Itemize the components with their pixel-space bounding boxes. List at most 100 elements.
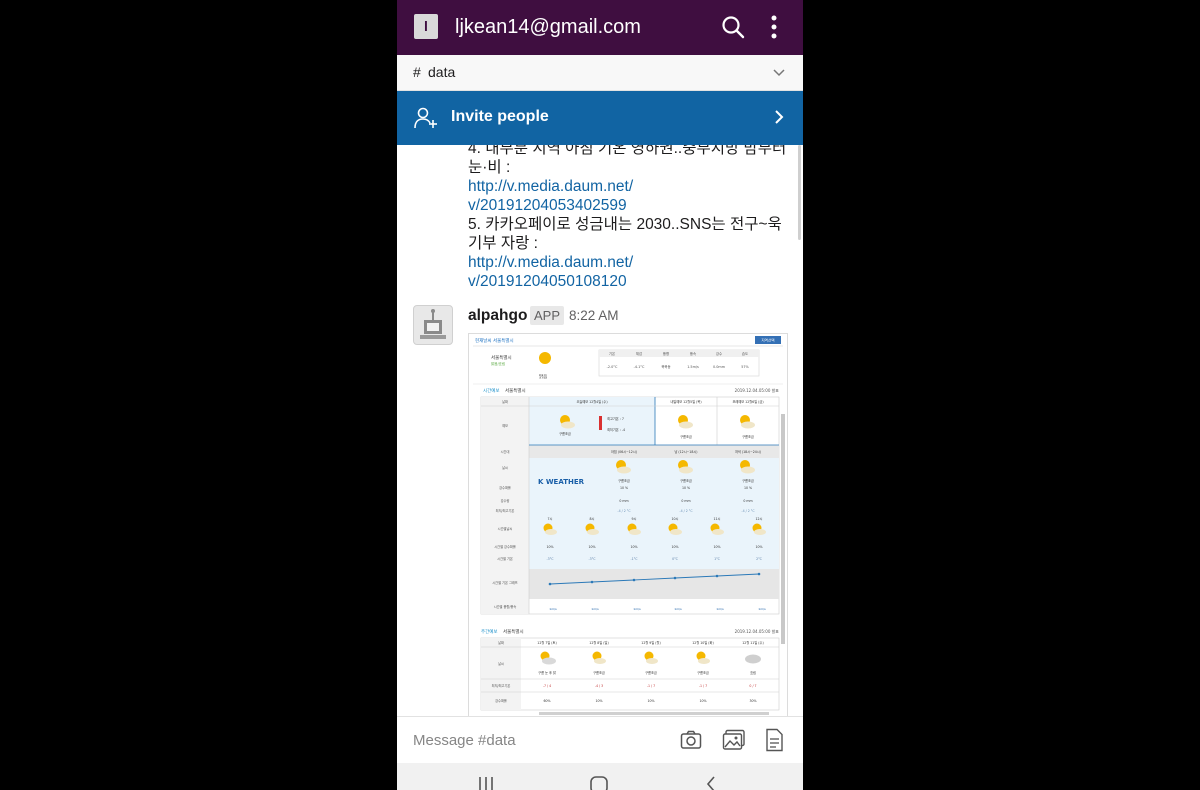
add-person-icon xyxy=(414,107,437,129)
message-input[interactable]: Message #data xyxy=(413,732,516,749)
row-label: 시간별날씨 xyxy=(498,526,513,531)
weather-forecast-image: 현재날씨 서울특별시 지역선택 서울특별시 맑음/흐림 맑음 기온 체감 풍향 … xyxy=(469,334,787,716)
cloud-icon xyxy=(745,654,761,664)
weather-image-attachment[interactable]: 현재날씨 서울특별시 지역선택 서울특별시 맑음/흐림 맑음 기온 체감 풍향 … xyxy=(468,333,788,716)
tomorrow-condition: 구름조금 xyxy=(680,434,692,439)
weekly-title: 주간예보 xyxy=(481,628,498,635)
account-title[interactable]: ljkean14@gmail.com xyxy=(455,14,641,40)
hourly-temp-point xyxy=(548,582,552,586)
weekly-day: 12월 10일 (화) xyxy=(692,640,713,645)
channel-name: data xyxy=(428,64,456,80)
stat-value: 1.5m/s xyxy=(687,365,699,369)
message-timestamp: 8:22 AM xyxy=(569,308,619,323)
weekly-pop: 30% xyxy=(749,699,756,703)
workspace-icon[interactable]: l xyxy=(414,14,438,39)
message-list[interactable]: 4. 내부분 지역 아침 기온 영하권..중부지방 밤부터 눈·비 : http… xyxy=(397,145,803,716)
search-icon[interactable] xyxy=(721,15,745,39)
row-label: 시간별 기온 xyxy=(497,556,513,561)
sender-name[interactable]: alpahgo xyxy=(468,307,527,325)
day-header: 모레예보 12월6일 (금) xyxy=(732,399,763,404)
sun-icon xyxy=(539,352,551,364)
row-label: 강수량 xyxy=(501,498,510,503)
hour-temp: 1°C xyxy=(714,557,721,561)
stat-value: -2.0°C xyxy=(607,365,618,369)
weekly-condition: 구름 눈 후 맑 xyxy=(538,670,556,675)
hour-wind: 1m/s xyxy=(591,607,599,611)
weekly-label: 최저/최고기온 xyxy=(492,683,511,688)
weekly-label: 날씨 xyxy=(498,661,504,666)
message-text-line: 기부 자랑 : xyxy=(468,235,538,252)
row-label: 강수확률 xyxy=(499,485,511,490)
stat-header: 습도 xyxy=(742,351,748,356)
invite-people-banner[interactable]: Invite people xyxy=(397,91,803,145)
scrollbar-thumb[interactable] xyxy=(798,145,801,240)
message-link[interactable]: v/20191204053402599 xyxy=(468,196,627,215)
row-label: 시간대 xyxy=(501,449,510,454)
weekly-pop: 60% xyxy=(543,699,550,703)
message-composer[interactable]: Message #data xyxy=(397,716,803,764)
row-label: 최저/최고기온 xyxy=(496,508,515,513)
hour-wind: 1m/s xyxy=(716,607,724,611)
weather-city: 서울특별시 xyxy=(491,354,512,361)
weekly-label: 날짜 xyxy=(498,640,504,645)
weekly-city: 서울특별시 xyxy=(503,628,524,635)
hour-temp: 2°C xyxy=(756,557,763,561)
row-label: 시간별 기온 그래프 xyxy=(492,580,518,585)
row-label: 날짜 xyxy=(502,399,508,404)
avatar[interactable] xyxy=(413,305,453,345)
image-gallery-icon[interactable] xyxy=(722,729,746,751)
back-icon[interactable] xyxy=(705,775,717,790)
stat-value: 북북동 xyxy=(661,364,670,369)
weekly-condition: 구름조금 xyxy=(645,670,657,675)
period-rain: 0 mm xyxy=(681,499,690,503)
forecast-title: 시간예보 xyxy=(483,387,500,394)
today-min-temp: 최저기온 : -4 xyxy=(607,427,625,432)
hour-wind: 1m/s xyxy=(549,607,557,611)
period-pop: 10 % xyxy=(620,486,628,490)
chevron-down-icon[interactable] xyxy=(773,67,785,77)
message-text-line: 5. 카카오페이로 성금내는 2030..SNS는 전구~욱 xyxy=(468,216,782,233)
camera-icon[interactable] xyxy=(680,729,702,751)
period-condition: 구름조금 xyxy=(618,478,630,483)
more-vertical-icon[interactable] xyxy=(769,14,779,40)
system-nav-bar xyxy=(397,763,803,790)
forecast-issued: 2019.12.04.05:00 발표 xyxy=(735,387,780,393)
message-link[interactable]: v/20191204050108120 xyxy=(468,272,627,291)
message-link[interactable]: http://v.media.daum.net/ xyxy=(468,253,633,272)
today-condition: 구름조금 xyxy=(559,431,571,436)
period-rain: 0 mm xyxy=(743,499,752,503)
stat-header: 풍향 xyxy=(663,351,669,356)
today-max-temp: 최고기온 : 7 xyxy=(607,416,624,421)
current-stats-table: 기온 체감 풍향 풍속 강수 습도 -2.0°C -4.1°C 북북동 1.5m… xyxy=(598,349,760,377)
hour-temp: -3°C xyxy=(547,557,555,561)
file-icon[interactable] xyxy=(764,728,784,752)
period-temp: -4 / 2 °C xyxy=(617,509,631,513)
period-pop: 10 % xyxy=(682,486,690,490)
kweather-logo: K WEATHER xyxy=(538,478,585,486)
period-temp: -4 / 2 °C xyxy=(679,509,693,513)
message-link[interactable]: http://v.media.daum.net/ xyxy=(468,177,633,196)
channel-bar[interactable]: # data xyxy=(397,55,803,91)
weekly-issued: 2019.12.04.05:00 발표 xyxy=(735,628,780,634)
hour-pop: 10% xyxy=(713,545,720,549)
period-header: 낮 (12시~18시) xyxy=(674,449,697,454)
phone-screen: l ljkean14@gmail.com # data Invite peopl… xyxy=(397,0,803,790)
weekly-condition: 흐림 xyxy=(750,670,756,675)
app-badge: APP xyxy=(530,306,565,325)
hour-label: 7시 xyxy=(548,517,553,521)
weekly-temp: -7 / 4 xyxy=(543,684,551,688)
hourly-temp-point xyxy=(590,580,594,584)
hour-label: 9시 xyxy=(632,517,637,521)
weekly-pop: 10% xyxy=(699,699,706,703)
hour-temp: 0°C xyxy=(672,557,679,561)
stat-header: 풍속 xyxy=(690,351,696,356)
hour-pop: 10% xyxy=(630,545,637,549)
weekly-pop: 10% xyxy=(595,699,602,703)
weekly-temp: -1 / 7 xyxy=(647,684,655,688)
period-pop: 10 % xyxy=(744,486,752,490)
weekly-temp: 0 / 7 xyxy=(749,684,756,688)
recent-apps-icon[interactable] xyxy=(477,777,495,790)
home-icon[interactable] xyxy=(589,775,609,790)
stat-value: -4.1°C xyxy=(634,365,645,369)
day-header: 오늘예보 12월4일 (수) xyxy=(576,399,607,404)
